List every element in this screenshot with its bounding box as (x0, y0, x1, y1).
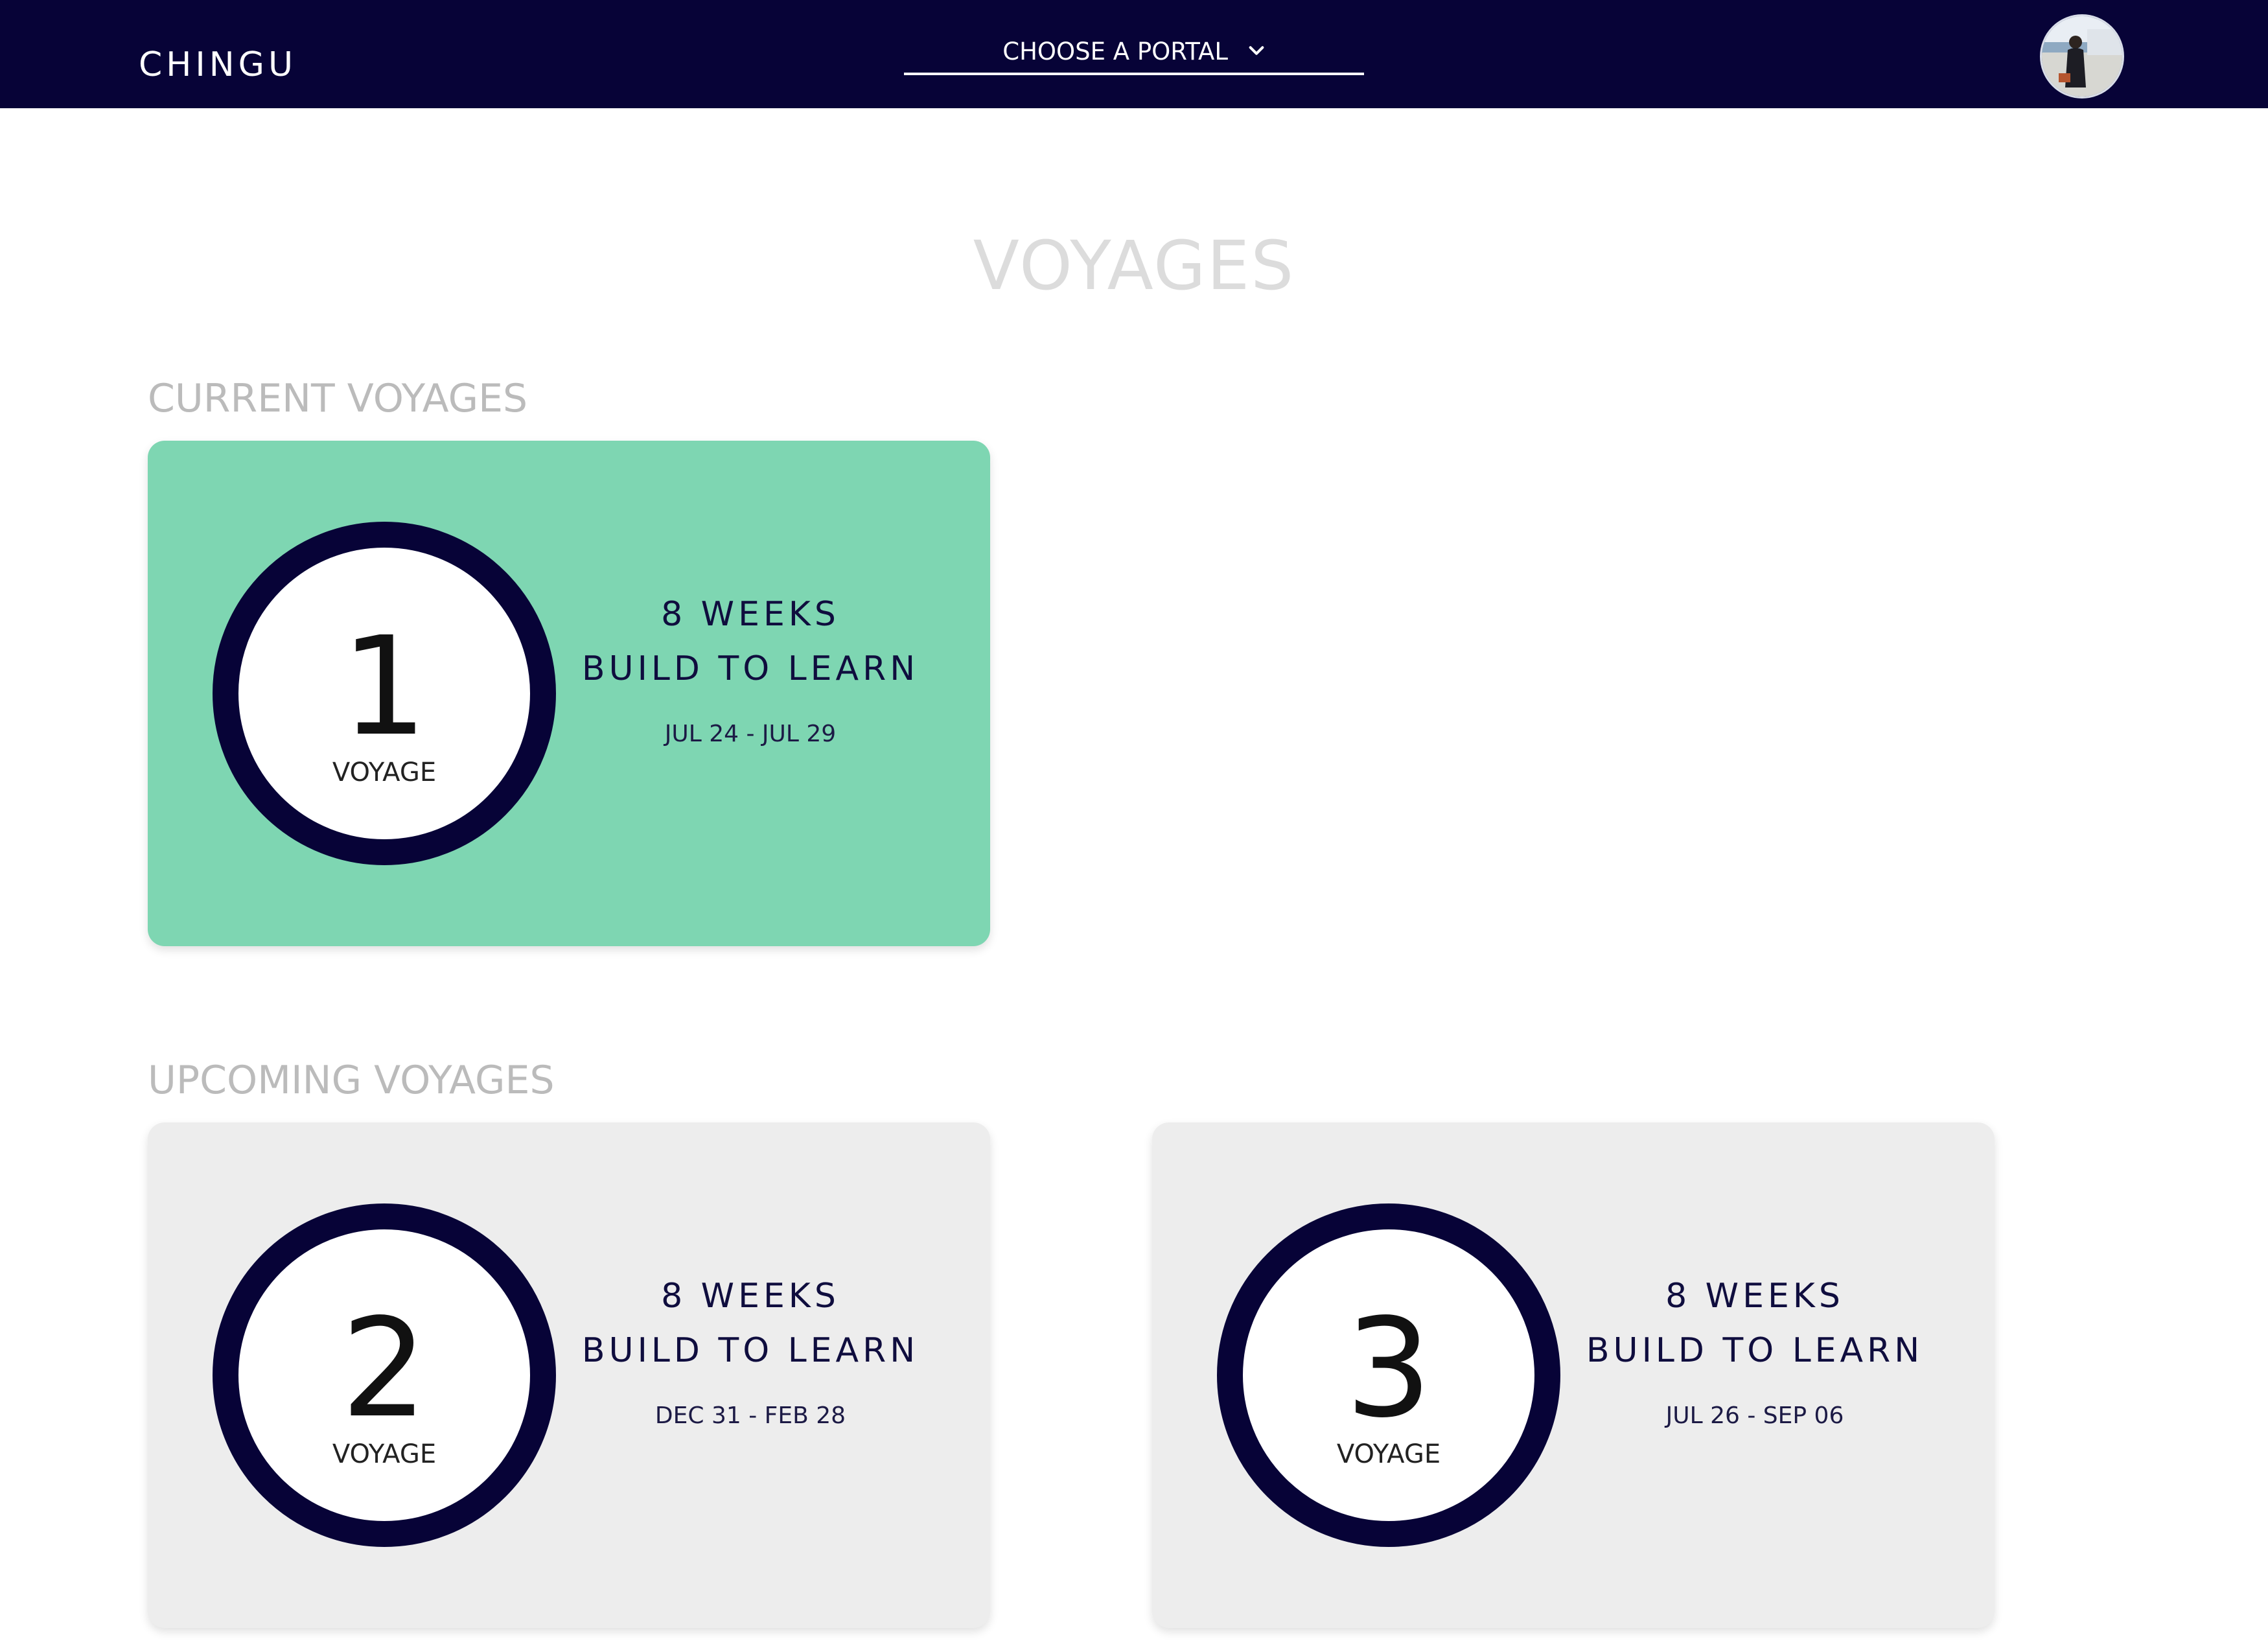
voyage-tagline: BUILD TO LEARN (581, 649, 920, 688)
voyage-number: 3 (1345, 1289, 1432, 1448)
upcoming-voyages-heading: UPCOMING VOYAGES (148, 1058, 555, 1103)
brand-logo[interactable]: CHINGU (139, 44, 297, 86)
user-avatar[interactable] (2040, 14, 2124, 99)
voyage-duration: 8 WEEKS (661, 1277, 840, 1316)
chevron-down-icon (1249, 45, 1264, 55)
voyage-number-badge: 2 VOYAGE (213, 1203, 556, 1547)
voyage-card[interactable]: 1 VOYAGE 8 WEEKS BUILD TO LEARN JUL 24 -… (148, 441, 990, 946)
voyage-dates: DEC 31 - FEB 28 (654, 1402, 846, 1429)
choose-portal-dropdown[interactable]: CHOOSE A PORTAL (904, 32, 1364, 75)
voyage-label: VOYAGE (1336, 1439, 1441, 1469)
voyage-info: 8 WEEKS BUILD TO LEARN DEC 31 - FEB 28 (575, 1269, 925, 1431)
avatar-photo (2042, 16, 2122, 97)
voyage-info: 8 WEEKS BUILD TO LEARN JUL 26 - SEP 06 (1580, 1269, 1930, 1431)
top-navbar: CHINGU CHOOSE A PORTAL (0, 0, 2268, 108)
choose-portal-label: CHOOSE A PORTAL (1002, 38, 1228, 65)
voyage-number: 1 (341, 607, 428, 766)
voyage-dates: JUL 24 - JUL 29 (664, 721, 837, 747)
voyage-label: VOYAGE (332, 758, 437, 787)
current-voyages-heading: CURRENT VOYAGES (148, 376, 528, 421)
voyage-number: 2 (341, 1289, 428, 1448)
voyage-tagline: BUILD TO LEARN (581, 1331, 920, 1370)
voyage-number-badge: 1 VOYAGE (213, 522, 556, 865)
page-title: VOYAGES (973, 226, 1295, 305)
voyage-label: VOYAGE (332, 1439, 437, 1469)
voyage-card[interactable]: 2 VOYAGE 8 WEEKS BUILD TO LEARN DEC 31 -… (148, 1122, 990, 1628)
voyage-number-badge: 3 VOYAGE (1217, 1203, 1560, 1547)
voyage-duration: 8 WEEKS (1665, 1277, 1844, 1316)
voyage-duration: 8 WEEKS (661, 595, 840, 634)
voyage-info: 8 WEEKS BUILD TO LEARN JUL 24 - JUL 29 (575, 587, 925, 749)
voyage-tagline: BUILD TO LEARN (1586, 1331, 1924, 1370)
voyage-card[interactable]: 3 VOYAGE 8 WEEKS BUILD TO LEARN JUL 26 -… (1152, 1122, 1995, 1628)
voyage-dates: JUL 26 - SEP 06 (1665, 1402, 1844, 1429)
